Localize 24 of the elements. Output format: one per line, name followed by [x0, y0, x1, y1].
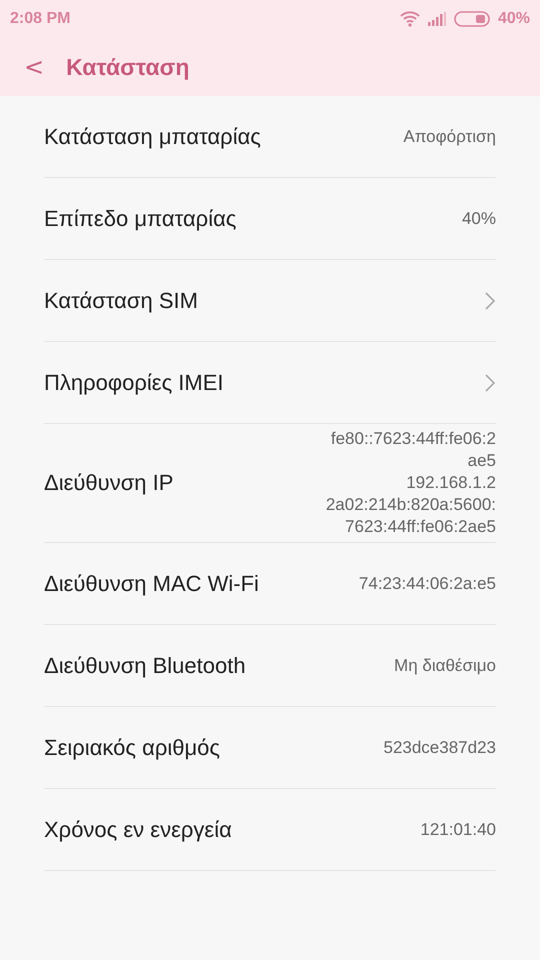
setting-label: Διεύθυνση Bluetooth — [44, 652, 246, 678]
setting-label[interactable]: Κατάσταση SIM — [44, 288, 198, 314]
setting-label: Κατάσταση μπαταρίας — [44, 124, 261, 150]
setting-value: fe80::7623:44ff:fe06:2 ae5 192.168.1.2 2a02:214b:820a:5600: 7623:44ff:fe06:2ae5 — [326, 428, 496, 538]
setting-value: 74:23:44:06:2a:e5 — [358, 572, 496, 594]
setting-label: Επίπεδο μπαταρίας — [44, 206, 236, 232]
setting-label: Διεύθυνση IP — [44, 470, 174, 496]
chevron-right-icon[interactable] — [484, 372, 496, 392]
battery-icon — [454, 11, 490, 27]
wifi-icon — [400, 11, 420, 27]
setting-label[interactable]: Πληροφορίες IMEI — [44, 370, 224, 396]
battery-percent: 40% — [498, 10, 530, 28]
setting-label: Χρόνος εν ενεργεία — [44, 816, 232, 842]
chevron-right-icon[interactable] — [484, 290, 496, 310]
setting-label: Σειριακός αριθμός — [44, 734, 220, 760]
signal-icon — [428, 12, 446, 26]
setting-value: 121:01:40 — [420, 818, 496, 840]
page-title: Κατάσταση — [66, 54, 190, 80]
setting-value: 40% — [462, 208, 496, 230]
setting-label: Διεύθυνση MAC Wi-Fi — [44, 570, 259, 596]
status-time: 2:08 PM — [10, 10, 70, 28]
setting-value: Αποφόρτιση — [403, 126, 496, 148]
setting-value: 523dce387d23 — [383, 736, 496, 758]
setting-value: Μη διαθέσιμο — [394, 654, 496, 676]
